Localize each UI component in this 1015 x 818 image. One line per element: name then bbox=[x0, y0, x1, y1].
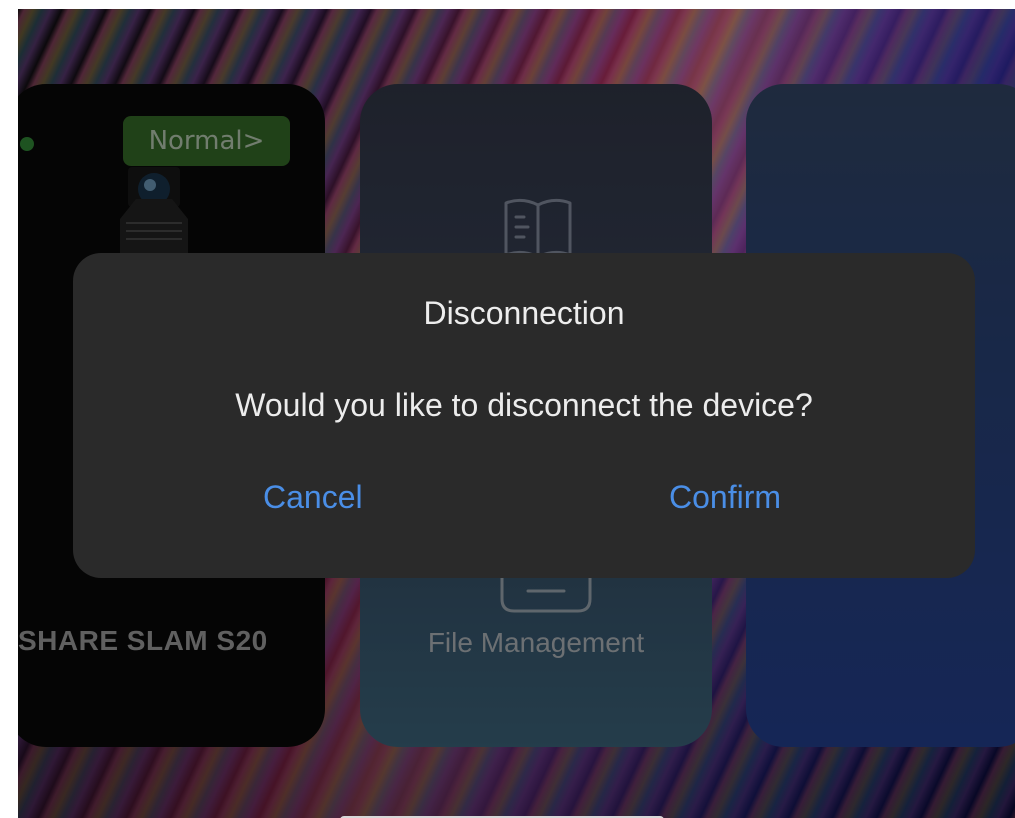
disconnection-dialog: Disconnection Would you like to disconne… bbox=[73, 253, 975, 578]
cancel-button[interactable]: Cancel bbox=[263, 479, 363, 516]
confirm-button[interactable]: Confirm bbox=[669, 479, 781, 516]
dialog-title: Disconnection bbox=[423, 295, 625, 331]
dialog-message: Would you like to disconnect the device? bbox=[235, 387, 813, 423]
